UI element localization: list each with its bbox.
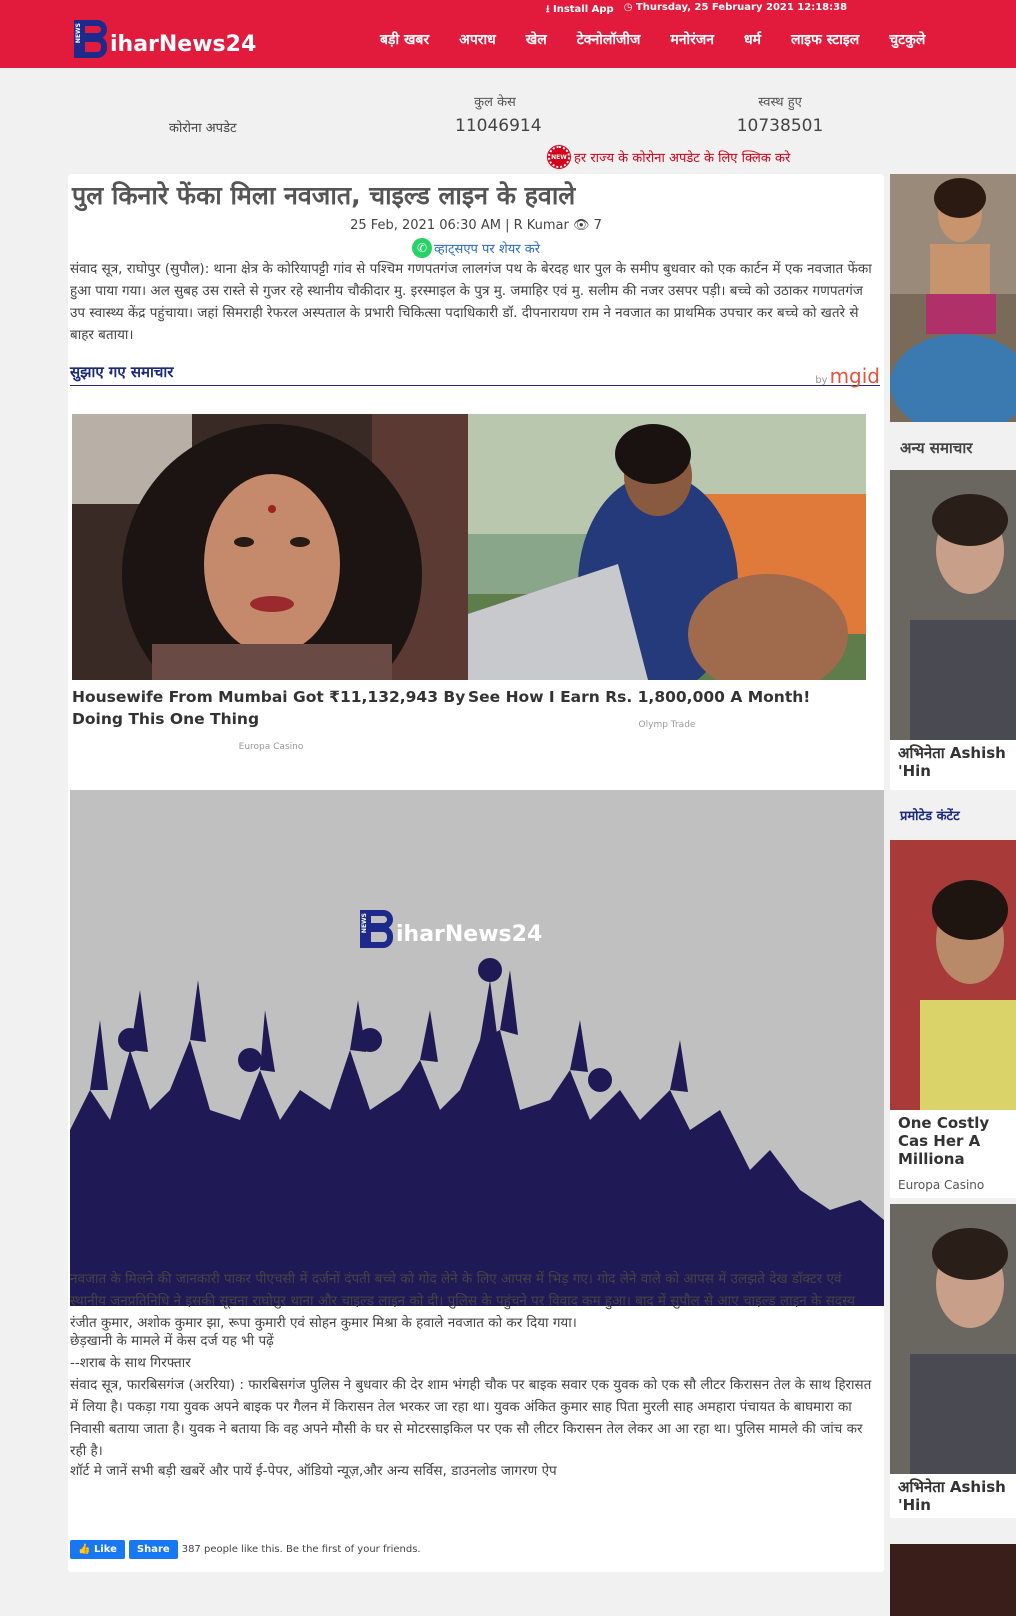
nav-item[interactable]: लाइफ स्टाइल [791,30,859,49]
sidebar-promo-item[interactable]: One Costly Cas Her A Milliona Europa Cas… [890,840,1016,1198]
facebook-like-widget: 👍 Like Share 387 people like this. Be th… [70,1540,421,1559]
site-logo[interactable]: NEWS iharNews24 [74,20,256,58]
fb-like-label: Like [93,1544,117,1555]
nav-item[interactable]: मनोरंजन [670,30,714,49]
other-news-title: अन्य समाचार [900,439,973,457]
whatsapp-share-label: व्हाट्सएप पर शेयर करे [433,242,541,257]
crowd-silhouette [70,958,884,1306]
top-strip: ⭳ Install App ◷ Thursday, 25 February 20… [546,2,847,19]
install-app-link[interactable]: ⭳ Install App [546,2,614,19]
total-cases: कुल केस 11046914 [455,92,542,136]
datetime: ◷ Thursday, 25 February 2021 12:18:38 [623,2,848,13]
sidebar-news-item[interactable]: अभिनेता Ashish 'Hin [890,1204,1016,1518]
suggested-news-header: सुझाए गए समाचार by mgid [70,362,880,388]
total-cases-label: कुल केस [474,95,516,110]
recovered-label: स्वस्थ हुए [758,95,802,110]
whatsapp-share[interactable]: ✆ व्हाट्सएप पर शेयर करे [68,238,884,258]
new-badge-icon: NEW [547,145,571,169]
fb-like-count: 387 people like this. Be the first of yo… [181,1544,421,1555]
corona-label: कोरोना अपडेट [169,121,237,136]
article-paragraph: --शराब के साथ गिरफ्तार [70,1355,191,1371]
ad-source: Europa Casino [238,742,304,752]
datetime-label: Thursday, 25 February 2021 12:18:38 [635,2,848,13]
article-paragraph: संवाद सूत्र, फारबिसगंज (अररिया) : फारबिस… [70,1377,872,1459]
sidebar-promo-source: Europa Casino [898,1178,985,1192]
article-paragraph: शॉर्ट मे जानें सभी बड़ी खबरें और पायें ई… [70,1463,557,1479]
ad-caption[interactable]: See How I Earn Rs. 1,800,000 A Month! [468,686,866,708]
state-corona-link[interactable]: NEW हर राज्य के कोरोना अपडेट के लिए क्लि… [547,145,791,169]
nav-item[interactable]: चुटकुले [889,30,925,49]
corona-update: कोरोना अपडेट कुल केस 11046914 स्वस्थ हुए… [0,88,1016,169]
sidebar-promo-caption[interactable]: One Costly Cas Her A Milliona [890,1114,1016,1168]
nav-item[interactable]: बड़ी खबर [380,30,429,49]
article-banner-image: NEWS iharNews24 [70,790,884,1306]
nav-item[interactable]: टेक्नोलॉजीज [577,30,641,49]
install-app-label: Install App [552,4,614,15]
site-header: NEWS iharNews24 ⭳ Install App ◷ Thursday… [0,0,1016,68]
eye-icon: 👁 [572,218,590,233]
mgid-by: by [815,375,828,386]
ad-source: Olymp Trade [638,720,696,730]
article-paragraph[interactable]: छेड़खानी के मामले में केस दर्ज यह भी पढ़… [70,1330,880,1352]
logo-b-mark: NEWS [74,20,112,58]
recovered-value: 10738501 [736,116,824,136]
article-meta: 25 Feb, 2021 06:30 AM | R Kumar 👁 7 [68,218,884,233]
mgid-text: mgid [829,364,880,388]
whatsapp-icon: ✆ [411,238,432,258]
nav-item[interactable]: धर्म [744,30,761,49]
nav-item[interactable]: खेल [526,30,547,49]
nav-item[interactable]: अपराध [459,30,496,49]
fb-share-button[interactable]: Share [128,1540,178,1559]
article-paragraph: नवजात के मिलने की जानकारी पाकर पीएचसी मे… [70,1271,856,1331]
fb-like-button[interactable]: 👍 Like [70,1540,125,1559]
mgid-logo[interactable]: by mgid [815,364,880,388]
ad-caption[interactable]: Housewife From Mumbai Got ₹11,132,943 By… [72,686,470,730]
state-corona-link-text: हर राज्य के कोरोना अपडेट के लिए क्लिक कर… [574,151,791,166]
sponsored-ad[interactable]: Housewife From Mumbai Got ₹11,132,943 By… [72,414,470,752]
article-views: 7 [593,218,602,233]
promoted-content-title: प्रमोटेड कंटेंट [900,809,960,824]
article-title: पुल किनारे फेंका मिला नवजात, चाइल्ड लाइन… [72,181,576,210]
sidebar-next-item[interactable] [890,1544,1016,1616]
logo-news-tag: NEWS [75,23,82,44]
article-date-author: 25 Feb, 2021 06:30 AM | R Kumar [350,218,569,233]
logo-text: iharNews24 [110,32,257,57]
sponsored-ad[interactable]: See How I Earn Rs. 1,800,000 A Month! Ol… [468,414,866,730]
sidebar-ad-image[interactable] [890,174,1016,422]
main-nav: बड़ी खबर अपराध खेल टेक्नोलॉजीज मनोरंजन ध… [380,30,955,49]
ad-image[interactable] [72,414,470,680]
ad-image[interactable] [468,414,866,680]
total-cases-value: 11046914 [455,116,542,136]
sidebar-news-caption[interactable]: अभिनेता Ashish 'Hin [890,744,1016,780]
suggested-news-title: सुझाए गए समाचार [70,363,174,381]
recovered-cases: स्वस्थ हुए 10738501 [735,92,825,136]
sidebar-news-item[interactable]: अभिनेता Ashish 'Hin [890,470,1016,790]
article-card: पुल किनारे फेंका मिला नवजात, चाइल्ड लाइन… [68,174,884,1572]
article-paragraph: संवाद सूत्र, राघोपुर (सुपौल): थाना क्षेत… [70,261,872,343]
sidebar-news-caption[interactable]: अभिनेता Ashish 'Hin [890,1478,1016,1514]
